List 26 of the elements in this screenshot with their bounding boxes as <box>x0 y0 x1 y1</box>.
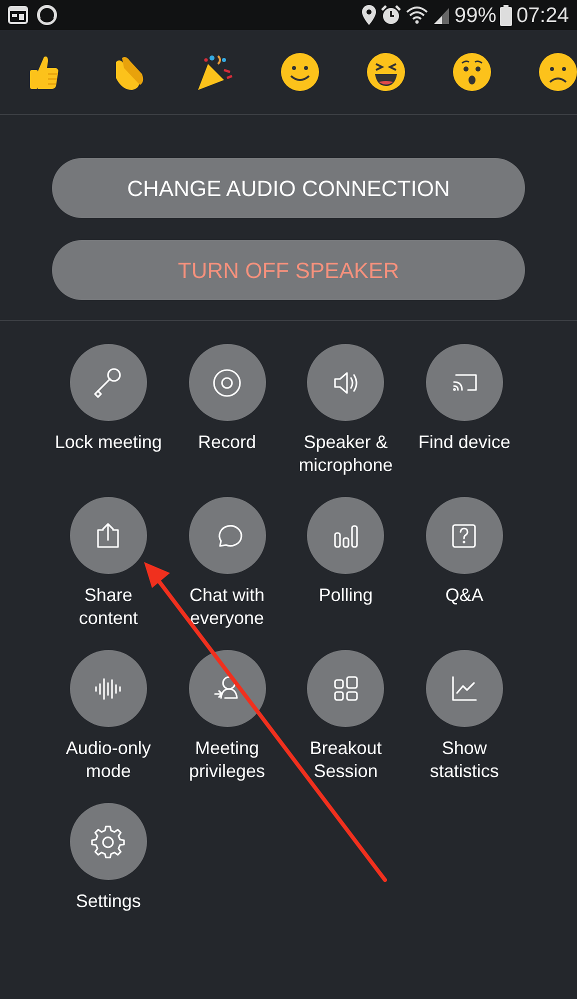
action-label: Meeting privileges <box>189 737 266 782</box>
alarm-icon <box>380 5 402 25</box>
action-label: Audio-only mode <box>66 737 151 782</box>
action-label: Polling <box>318 584 373 606</box>
audio-option-button[interactable]: CHANGE AUDIO CONNECTION <box>52 158 525 218</box>
frowning-face-icon[interactable] <box>538 52 577 92</box>
battery-percentage: 99% <box>454 4 496 26</box>
location-icon <box>362 5 376 25</box>
action-label: Lock meeting <box>54 431 162 454</box>
action-label: Speaker & microphone <box>298 431 393 476</box>
action-label: Breakout Session <box>310 737 382 782</box>
calendar-icon <box>8 6 28 24</box>
action-label: Settings <box>76 890 141 912</box>
action-label: Chat with everyone <box>190 584 265 629</box>
wifi-icon <box>406 6 428 24</box>
action-label: Share content <box>78 584 138 629</box>
clock: 07:24 <box>516 4 569 26</box>
battery-icon <box>500 4 512 26</box>
smiling-face-icon[interactable] <box>280 52 320 92</box>
action-label: Record <box>198 431 256 454</box>
action-label: Q&A <box>445 584 484 606</box>
laughing-face-icon[interactable] <box>366 52 406 92</box>
action-label: Find device <box>418 431 510 454</box>
signal-icon <box>432 6 450 24</box>
action-label: Show statistics <box>430 737 499 782</box>
surprised-face-icon[interactable] <box>452 52 492 92</box>
